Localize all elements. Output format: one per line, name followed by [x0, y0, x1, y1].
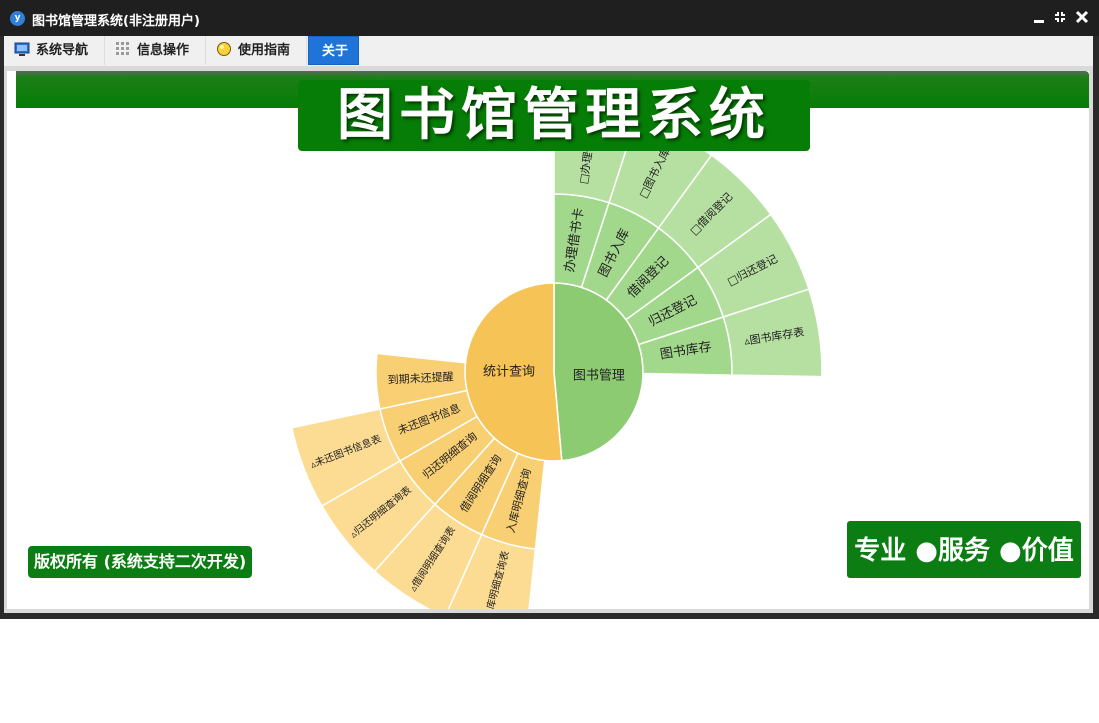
minimize-icon	[1034, 20, 1044, 23]
sunburst-root-label: 统计查询	[483, 365, 535, 380]
restore-icon	[1055, 12, 1065, 22]
minimize-button[interactable]	[1031, 9, 1047, 25]
tab-label: 关于	[322, 44, 349, 59]
close-button[interactable]	[1074, 9, 1090, 25]
tab-info-operation[interactable]: 信息操作	[105, 36, 206, 65]
monitor-icon	[14, 42, 30, 56]
close-icon	[1075, 10, 1089, 24]
system-title: 图书馆管理系统	[298, 80, 810, 151]
content-area: 图书管理 办理借书卡 □办理借书卡 图书入库 □图书入库 借阅登记 □借阅登记 归还登记 □归还…	[4, 66, 1093, 613]
window-title: 图书馆管理系统(非注册用户)	[32, 14, 200, 29]
tab-bar: 系统导航 信息操作 使用指南 关于	[4, 36, 1093, 67]
copyright-badge: 版权所有 (系统支持二次开发)	[28, 546, 253, 578]
sunburst-root-label: 图书管理	[573, 368, 625, 383]
title-bar: y 图书馆管理系统(非注册用户)	[0, 0, 1099, 36]
grid-icon	[116, 42, 129, 55]
about-panel: 图书管理 办理借书卡 □办理借书卡 图书入库 □图书入库 借阅登记 □借阅登记 归还登记 □归还…	[7, 71, 1089, 609]
tab-system-navigation[interactable]: 系统导航	[4, 36, 105, 65]
tab-label: 信息操作	[137, 43, 190, 58]
tab-label: 系统导航	[36, 43, 89, 58]
tab-about[interactable]: 关于	[308, 36, 359, 65]
slogan-badge: 专业 ●服务 ●价值	[847, 521, 1081, 578]
tab-label: 使用指南	[238, 43, 291, 58]
bulb-icon	[217, 42, 231, 56]
app-window: y 图书馆管理系统(非注册用户) 系统导航 信息操作 使用指南 关于 图书管理 …	[0, 0, 1099, 619]
tab-user-guide[interactable]: 使用指南	[206, 36, 307, 65]
app-logo-icon: y	[10, 11, 25, 26]
restore-button[interactable]	[1052, 9, 1068, 25]
